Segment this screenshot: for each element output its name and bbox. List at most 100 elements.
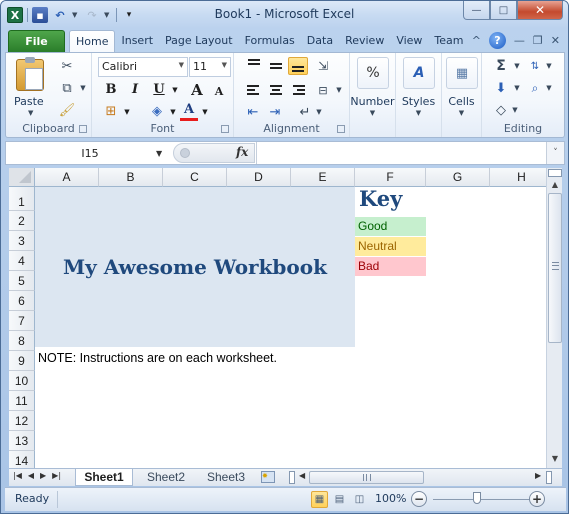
column-header-f[interactable]: F (355, 168, 426, 187)
scroll-down-icon[interactable]: ▼ (547, 454, 563, 466)
row-header[interactable]: 11 (9, 391, 35, 411)
column-header-b[interactable]: B (99, 168, 163, 187)
number-dropdown-icon[interactable]: ▼ (350, 109, 395, 117)
insert-worksheet-icon[interactable]: ✸ (261, 471, 275, 483)
key-heading[interactable]: Key (359, 187, 402, 211)
formula-bar-grip-icon[interactable] (180, 148, 190, 158)
page-break-view-icon[interactable]: ◫ (351, 491, 368, 508)
maximize-button[interactable]: □ (490, 1, 517, 20)
scroll-left-icon[interactable]: ◀ (299, 471, 305, 480)
zoom-slider[interactable] (433, 499, 533, 500)
first-sheet-icon[interactable]: |◀ (13, 471, 22, 480)
vertical-scrollbar[interactable]: ▲ ▼ (546, 168, 562, 468)
tab-data[interactable]: Data (301, 30, 339, 52)
column-header-a[interactable]: A (35, 168, 99, 187)
row-header[interactable]: 10 (9, 371, 35, 391)
row-header[interactable]: 14 (9, 451, 35, 468)
sheet-tab-sheet2[interactable]: Sheet2 (137, 469, 195, 486)
italic-button[interactable]: I (126, 81, 144, 99)
fill-dropdown-icon[interactable]: ▼ (508, 79, 526, 97)
tab-review[interactable]: Review (339, 30, 390, 52)
paste-icon[interactable] (16, 57, 44, 91)
styles-dropdown-icon[interactable]: ▼ (396, 109, 441, 117)
row-header[interactable]: 13 (9, 431, 35, 451)
close-button[interactable]: ✕ (517, 1, 563, 20)
top-align-button[interactable] (244, 57, 264, 75)
middle-align-icon[interactable] (266, 57, 286, 75)
font-size-select[interactable]: 11 ▼ (189, 57, 231, 77)
scroll-up-icon[interactable]: ▲ (547, 180, 563, 192)
select-all-button[interactable] (9, 168, 35, 187)
vertical-scroll-thumb[interactable] (548, 193, 562, 343)
cell-area[interactable]: My Awesome Workbook Key Good Neutral Bad… (35, 187, 546, 468)
next-sheet-icon[interactable]: ▶ (40, 471, 46, 480)
copy-dropdown-icon[interactable]: ▼ (74, 79, 92, 97)
alignment-launcher-icon[interactable] (337, 125, 345, 133)
paste-button[interactable]: Paste (14, 95, 44, 108)
sort-filter-dropdown-icon[interactable]: ▼ (540, 57, 558, 75)
undo-icon[interactable]: ↶ (52, 7, 68, 23)
column-header-d[interactable]: D (227, 168, 291, 187)
bottom-align-button[interactable] (288, 57, 308, 75)
shrink-font-button[interactable]: A (210, 83, 228, 101)
key-good-cell[interactable]: Good (355, 217, 426, 236)
clear-dropdown-icon[interactable]: ▼ (506, 101, 524, 119)
font-color-dropdown-icon[interactable]: ▼ (196, 103, 214, 121)
undo-dropdown-icon[interactable]: ▼ (72, 11, 80, 19)
formula-input[interactable] (256, 142, 546, 164)
workbook-restore-icon[interactable]: ❐ (533, 34, 543, 47)
redo-icon[interactable]: ↷ (84, 7, 100, 23)
cells-button[interactable]: Cells (442, 95, 481, 108)
column-header-g[interactable]: G (426, 168, 490, 187)
font-launcher-icon[interactable] (221, 125, 229, 133)
align-left-button[interactable] (244, 81, 264, 99)
row-header[interactable]: 8 (9, 331, 35, 351)
zoom-out-button[interactable]: − (411, 491, 427, 507)
row-header[interactable]: 2 (9, 211, 35, 231)
tab-page-layout[interactable]: Page Layout (159, 30, 239, 52)
zoom-level[interactable]: 100% (375, 492, 406, 505)
tab-home[interactable]: Home (69, 30, 116, 52)
wrap-dropdown-icon[interactable]: ▼ (310, 103, 328, 121)
number-button[interactable]: Number (350, 95, 395, 108)
minimize-button[interactable]: — (463, 1, 490, 20)
workbook-close-icon[interactable]: ✕ (551, 34, 560, 47)
split-handle[interactable] (548, 169, 562, 177)
prev-sheet-icon[interactable]: ◀ (28, 471, 34, 480)
zoom-in-button[interactable]: + (529, 491, 545, 507)
row-header[interactable]: 5 (9, 271, 35, 291)
column-header-h[interactable]: H (490, 168, 546, 187)
decrease-indent-icon[interactable]: ⇤ (244, 103, 262, 121)
normal-view-icon[interactable]: ▦ (311, 491, 328, 508)
column-header-e[interactable]: E (291, 168, 355, 187)
align-center-button[interactable] (266, 81, 286, 99)
row-header[interactable]: 4 (9, 251, 35, 271)
expand-formula-bar-icon[interactable]: ˅ (546, 142, 564, 164)
row-header[interactable]: 9 (9, 351, 35, 371)
row-header[interactable]: 1 (9, 187, 35, 211)
bold-button[interactable]: B (102, 81, 120, 99)
redo-dropdown-icon[interactable]: ▼ (104, 11, 112, 19)
grow-font-button[interactable]: A (188, 81, 206, 99)
page-layout-view-icon[interactable]: ▤ (331, 491, 348, 508)
cells-icon[interactable]: ▦ (446, 57, 478, 89)
tab-formulas[interactable]: Formulas (239, 30, 301, 52)
save-icon[interactable]: ▪ (32, 7, 48, 23)
cells-dropdown-icon[interactable]: ▼ (442, 109, 481, 117)
row-header[interactable]: 3 (9, 231, 35, 251)
paste-dropdown-icon[interactable]: ▼ (28, 109, 33, 117)
number-format-icon[interactable]: % (357, 57, 389, 89)
scroll-right-icon[interactable]: ▶ (535, 471, 541, 480)
sheet-tab-sheet3[interactable]: Sheet3 (197, 469, 255, 486)
split-handle[interactable] (546, 471, 552, 484)
workbook-minimize-icon[interactable]: — (514, 34, 525, 47)
tab-team[interactable]: Team (428, 30, 469, 52)
format-painter-icon[interactable]: 🖌 (58, 101, 76, 119)
help-icon[interactable]: ? (488, 32, 506, 49)
find-dropdown-icon[interactable]: ▼ (540, 79, 558, 97)
styles-button[interactable]: Styles (396, 95, 441, 108)
last-sheet-icon[interactable]: ▶| (52, 471, 61, 480)
styles-icon[interactable]: A (403, 57, 435, 89)
name-box[interactable]: I15 (10, 145, 170, 163)
sheet-tab-sheet1[interactable]: Sheet1 (75, 469, 133, 486)
